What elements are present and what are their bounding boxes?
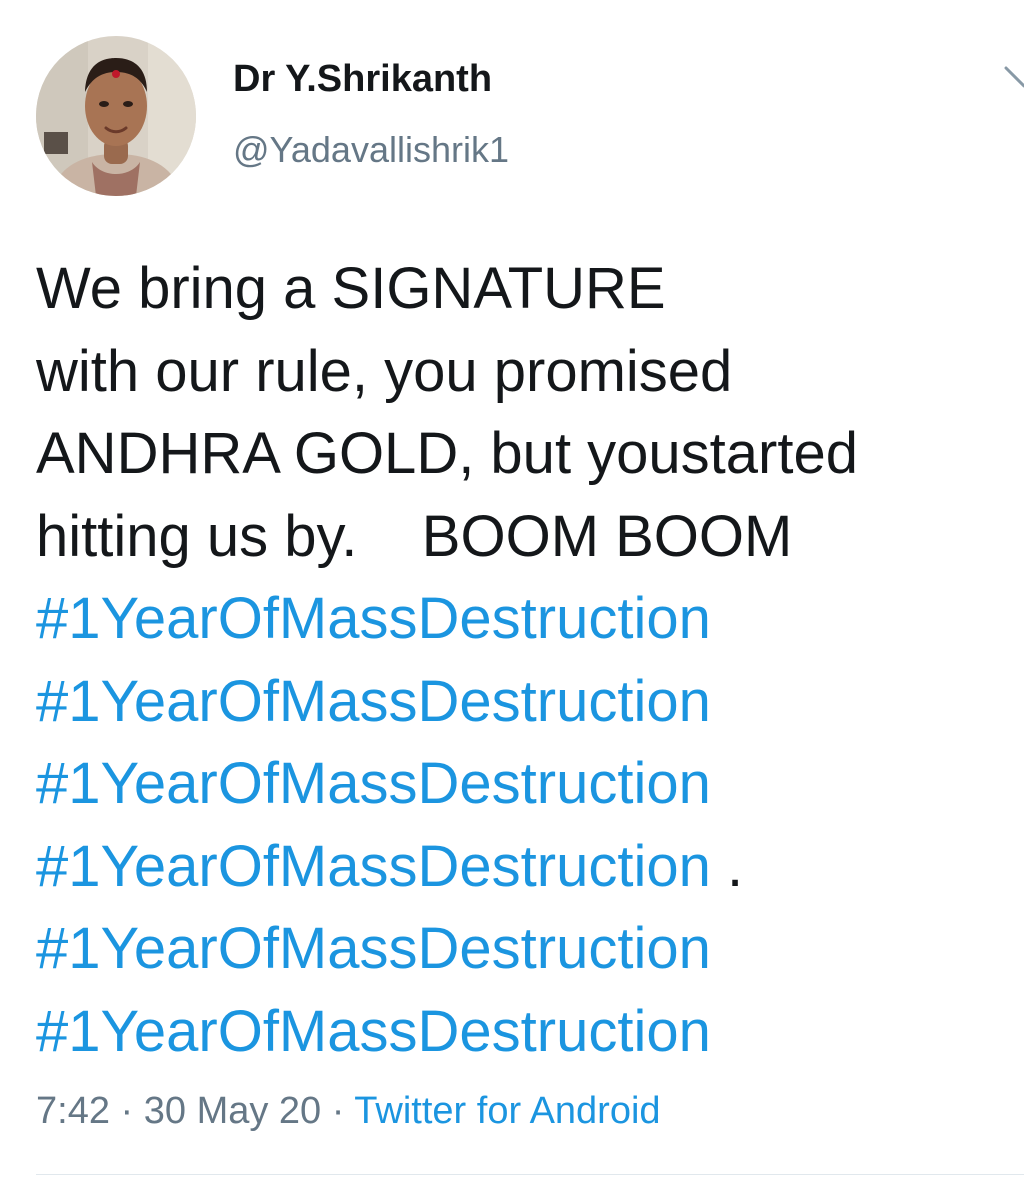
more-options-button[interactable] [1000, 60, 1024, 100]
author-display-name[interactable]: Dr Y.Shrikanth [233, 56, 509, 102]
hashtag-link[interactable]: #1YearOfMassDestruction [36, 999, 711, 1064]
hashtag-line: #1YearOfMassDestruction [36, 743, 1016, 826]
hashtag-link[interactable]: #1YearOfMassDestruction [36, 834, 711, 899]
tweet-text-line: We bring a SIGNATURE [36, 256, 666, 321]
tweet-meta: 7:42 · 30 May 20 · Twitter for Android [36, 1088, 661, 1134]
author-handle[interactable]: @Yadavallishrik1 [233, 128, 509, 172]
tweet-text: We bring a SIGNATURE with our rule, you … [36, 248, 1016, 1073]
hashtag-link[interactable]: #1YearOfMassDestruction [36, 669, 711, 734]
tweet-card: Dr Y.Shrikanth @Yadavallishrik1 We bring… [0, 0, 1024, 1180]
tweet-text-line: with our rule, you promised [36, 338, 733, 404]
hashtag-line: #1YearOfMassDestruction . [36, 826, 1016, 909]
hashtag-line: #1YearOfMassDestruction [36, 991, 1016, 1074]
hashtag-line: #1YearOfMassDestruction [36, 908, 1016, 991]
hashtag-line: #1YearOfMassDestruction [36, 661, 1016, 744]
avatar[interactable] [36, 36, 196, 196]
divider [36, 1174, 1024, 1175]
hashtag-line: #1YearOfMassDestruction [36, 578, 1016, 661]
meta-separator: · [109, 1090, 144, 1132]
tweet-time[interactable]: 7:42 [36, 1090, 110, 1132]
tweet-date[interactable]: 30 May 20 [144, 1090, 321, 1132]
hashtag-trailer: . [710, 833, 744, 899]
chevron-down-icon [1004, 66, 1024, 88]
hashtag-link[interactable]: #1YearOfMassDestruction [36, 751, 711, 816]
author-block: Dr Y.Shrikanth @Yadavallishrik1 [233, 56, 509, 172]
tweet-text-line: hitting us by. BOOM BOOM [36, 503, 793, 569]
meta-separator: · [321, 1090, 355, 1132]
tweet-text-line: ANDHRA GOLD, but youstarted [36, 421, 858, 486]
hashtag-link[interactable]: #1YearOfMassDestruction [36, 586, 711, 651]
profile-photo-icon [36, 36, 196, 196]
hashtag-link[interactable]: #1YearOfMassDestruction [36, 916, 711, 981]
tweet-source-link[interactable]: Twitter for Android [354, 1090, 660, 1132]
